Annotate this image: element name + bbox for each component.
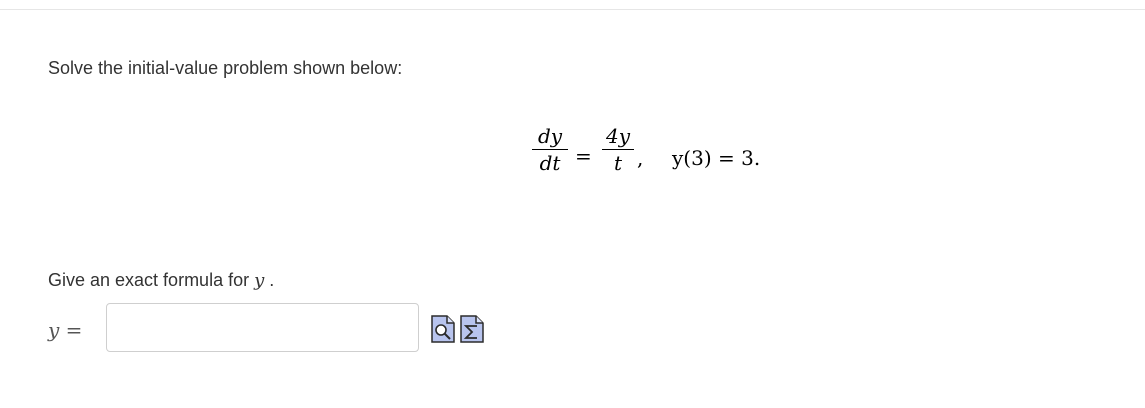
lhs-numerator: dy xyxy=(537,124,563,148)
equation-editor-button[interactable] xyxy=(460,315,484,343)
preview-icon xyxy=(431,315,455,343)
equation-editor-icon xyxy=(460,315,484,343)
rhs-denominator: t xyxy=(613,151,623,176)
rhs-fraction-bar xyxy=(602,149,634,151)
top-divider xyxy=(0,9,1145,10)
formula-variable: y xyxy=(254,270,265,291)
question-prompt: Solve the initial-value problem shown be… xyxy=(48,58,403,78)
rhs-fraction: 4y t xyxy=(602,124,634,175)
lhs-denominator: dt xyxy=(539,151,561,176)
rhs-numerator: 4y xyxy=(605,124,631,148)
lhs-fraction: dy dt xyxy=(532,124,568,175)
initial-condition: y(3) = 3. xyxy=(672,146,761,170)
answer-input[interactable] xyxy=(106,303,419,352)
formula-prompt: Give an exact formula for y . xyxy=(48,269,274,292)
answer-label-text: y = xyxy=(48,318,83,342)
equals-sign: = xyxy=(575,144,592,168)
formula-prompt-end: . xyxy=(269,270,275,290)
lhs-fraction-bar xyxy=(532,149,568,151)
formula-prompt-text: Give an exact formula for xyxy=(48,270,250,290)
preview-button[interactable] xyxy=(431,315,455,343)
equation-comma: , xyxy=(637,146,644,170)
answer-label: y = xyxy=(48,318,82,342)
